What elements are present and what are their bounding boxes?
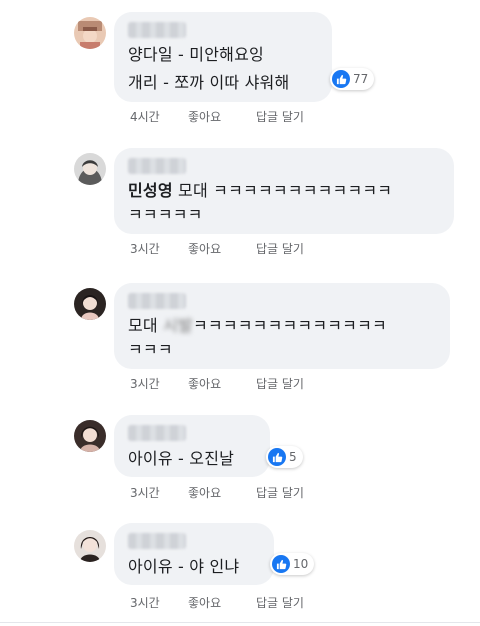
reply-link[interactable]: 답글 달기: [256, 108, 304, 125]
reaction-count: 10: [293, 557, 309, 571]
avatar[interactable]: [74, 420, 106, 452]
comment-timestamp[interactable]: 3시간: [130, 240, 188, 257]
reply-link[interactable]: 답글 달기: [256, 594, 304, 611]
thumbs-up-icon: [268, 448, 286, 466]
like-link[interactable]: 좋아요: [188, 240, 256, 257]
comment-bubble: 양다일 - 미안해요잉 개리 - 쪼까 이따 샤워해: [114, 12, 332, 102]
like-link[interactable]: 좋아요: [188, 594, 256, 611]
comment-meta: 3시간 좋아요 답글 달기: [130, 484, 304, 501]
avatar[interactable]: [74, 17, 106, 49]
comment-meta: 3시간 좋아요 답글 달기: [130, 594, 304, 611]
thumbs-up-icon: [272, 555, 290, 573]
avatar[interactable]: [74, 288, 106, 320]
comment-text-prefix: 모대: [128, 316, 164, 335]
comment-text: 모대 ㅋㅋㅋㅋㅋㅋㅋㅋㅋㅋㅋㅋ: [172, 181, 393, 200]
comment-bubble: 민성영 모대 ㅋㅋㅋㅋㅋㅋㅋㅋㅋㅋㅋㅋ ㅋㅋㅋㅋㅋ: [114, 148, 454, 234]
comment-timestamp[interactable]: 4시간: [130, 108, 188, 125]
comment-bubble: 모대 시발ㅋㅋㅋㅋㅋㅋㅋㅋㅋㅋㅋㅋㅋ ㅋㅋㅋ: [114, 283, 450, 369]
reaction-count: 77: [353, 72, 369, 86]
commenter-name-blurred[interactable]: [128, 22, 186, 38]
avatar[interactable]: [74, 153, 106, 185]
like-link[interactable]: 좋아요: [188, 484, 256, 501]
censored-word: 시발: [163, 316, 193, 335]
reaction-badge[interactable]: 5: [266, 446, 303, 468]
divider: [0, 622, 480, 623]
thumbs-up-icon: [332, 70, 350, 88]
commenter-name-blurred[interactable]: [128, 158, 186, 174]
comment-timestamp[interactable]: 3시간: [130, 484, 188, 501]
reply-link[interactable]: 답글 달기: [256, 375, 304, 392]
reaction-badge[interactable]: 10: [270, 553, 315, 575]
reply-link[interactable]: 답글 달기: [256, 240, 304, 257]
reaction-badge[interactable]: 77: [330, 68, 375, 90]
comment-meta: 3시간 좋아요 답글 달기: [130, 375, 304, 392]
comment-line-2: ㅋㅋㅋㅋㅋ: [128, 205, 203, 224]
comment-line-1: 아이유 - 야 인냐: [128, 557, 240, 576]
comment-timestamp[interactable]: 3시간: [130, 375, 188, 392]
comment-bubble: 아이유 - 오진날: [114, 415, 270, 477]
commenter-name-blurred[interactable]: [128, 293, 186, 309]
comment-meta: 4시간 좋아요 답글 달기: [130, 108, 304, 125]
comment-bubble: 아이유 - 야 인냐: [114, 523, 274, 585]
comment-text: ㅋㅋㅋㅋㅋㅋㅋㅋㅋㅋㅋㅋㅋ: [192, 316, 387, 335]
comment-meta: 3시간 좋아요 답글 달기: [130, 240, 304, 257]
comment-line-1: 모대 시발ㅋㅋㅋㅋㅋㅋㅋㅋㅋㅋㅋㅋㅋ: [128, 314, 387, 337]
comment-line-1: 아이유 - 오진날: [128, 449, 235, 468]
like-link[interactable]: 좋아요: [188, 108, 256, 125]
mention-tag[interactable]: 민성영: [128, 181, 173, 200]
commenter-name-blurred[interactable]: [128, 425, 186, 441]
comment-line-1: 양다일 - 미안해요잉: [128, 45, 264, 64]
comment-line-2: ㅋㅋㅋ: [128, 340, 173, 359]
comment-line-1: 민성영 모대 ㅋㅋㅋㅋㅋㅋㅋㅋㅋㅋㅋㅋ: [128, 179, 392, 202]
avatar[interactable]: [74, 530, 106, 562]
reaction-count: 5: [289, 450, 297, 464]
comment-timestamp[interactable]: 3시간: [130, 594, 188, 611]
like-link[interactable]: 좋아요: [188, 375, 256, 392]
comment-line-2: 개리 - 쪼까 이따 샤워해: [128, 73, 290, 92]
comment-thread: 양다일 - 미안해요잉 개리 - 쪼까 이따 샤워해 77 4시간 좋아요 답글…: [0, 0, 480, 626]
reply-link[interactable]: 답글 달기: [256, 484, 304, 501]
commenter-name-blurred[interactable]: [128, 533, 186, 549]
